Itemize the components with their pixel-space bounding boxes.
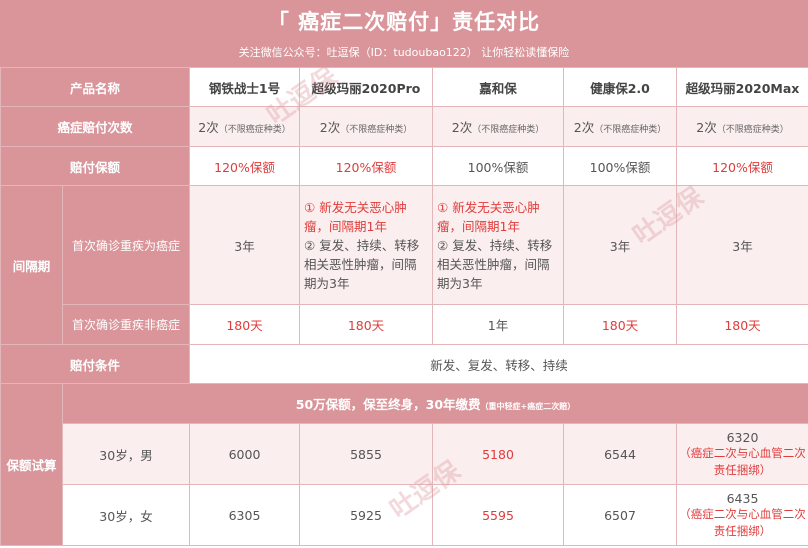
row-interval-cancer: 间隔期 首次确诊重疾为癌症 3年 ① 新发无关恶心肿瘤，间隔期1年 ② 复发、持…: [0, 185, 808, 345]
row-premium-male: 30岁，男 6000 5855 5180 6544 6320 （癌症二次与心血管…: [1, 423, 808, 485]
premium-header: 50万保额，保至终身，30年缴费（重中轻症+癌症二次赔）: [61, 383, 808, 424]
interval-noncancer-cell: 180天: [563, 304, 678, 345]
row-claim-times: 癌症赔付次数 2次（不限癌症种类） 2次（不限癌症种类） 2次（不限癌症种类） …: [0, 106, 808, 147]
claim-amount-cell: 120%保额: [189, 146, 301, 186]
interval-cancer-cell: 3年: [676, 185, 808, 305]
row-claim-amount: 赔付保额 120%保额 120%保额 100%保额 100%保额 120%保额: [0, 146, 808, 186]
premium-female-max-cell: 6435 （癌症二次与心血管二次责任捆绑）: [676, 484, 808, 546]
claim-amount-cell: 120%保额: [676, 146, 808, 186]
product-name: 超级玛丽2020Max: [676, 67, 808, 107]
label-premium-test: 保额试算: [0, 383, 63, 546]
claim-times-cell: 2次（不限癌症种类）: [299, 106, 434, 147]
claim-times-cell: 2次（不限癌症种类）: [563, 106, 678, 147]
product-name: 健康保2.0: [563, 67, 678, 107]
row-premium-female: 30岁，女 6305 5925 5595 6507 6435 （癌症二次与心血管…: [1, 484, 808, 546]
row-premium-header: 保额试算 50万保额，保至终身，30年缴费（重中轻症+癌症二次赔）: [0, 383, 808, 546]
interval-cancer-note: ① 新发无关恶心肿瘤，间隔期1年 ② 复发、持续、转移相关恶性肿瘤，间隔期为3年: [432, 185, 565, 305]
label-interval-cancer: 首次确诊重疾为癌症: [61, 185, 191, 305]
claim-amount-cell: 120%保额: [299, 146, 434, 186]
interval-cancer-cell: 3年: [189, 185, 301, 305]
product-name: 嘉和保: [432, 67, 565, 107]
claim-amount-cell: 100%保额: [563, 146, 678, 186]
label-claim-condition: 赔付条件: [0, 344, 191, 384]
interval-cancer-cell: 3年: [563, 185, 678, 305]
label-claim-amount: 赔付保额: [0, 146, 191, 186]
label-interval: 间隔期: [0, 185, 63, 345]
product-name: 钢铁战士1号: [189, 67, 301, 107]
row-product-names: 产品名称 钢铁战士1号 超级玛丽2020Pro 嘉和保 健康保2.0 超级玛丽2…: [0, 67, 808, 107]
row-interval-noncancer: 首次确诊重疾非癌症 180天 180天 1年 180天 180天: [1, 304, 808, 345]
premium-male-max-cell: 6320 （癌症二次与心血管二次责任捆绑）: [676, 423, 808, 485]
claim-amount-cell: 100%保额: [432, 146, 565, 186]
premium-female-cell: 6305: [189, 484, 301, 546]
claim-times-cell: 2次（不限癌症种类）: [676, 106, 808, 147]
premium-male-cell: 5180: [432, 423, 565, 485]
interval-noncancer-cell: 180天: [189, 304, 301, 345]
interval-noncancer-cell: 180天: [676, 304, 808, 345]
label-female: 30岁，女: [61, 484, 191, 546]
claim-condition-cell: 新发、复发、转移、持续: [189, 344, 808, 384]
row-claim-condition: 赔付条件 新发、复发、转移、持续: [0, 344, 808, 384]
label-product-name: 产品名称: [0, 67, 191, 107]
page-title: 「 癌症二次赔付」责任对比: [267, 10, 541, 34]
product-name: 超级玛丽2020Pro: [299, 67, 434, 107]
premium-female-cell: 5595: [432, 484, 565, 546]
premium-male-cell: 6544: [563, 423, 678, 485]
label-male: 30岁，男: [61, 423, 191, 485]
premium-male-cell: 5855: [299, 423, 434, 485]
interval-noncancer-cell: 1年: [432, 304, 565, 345]
premium-male-cell: 6000: [189, 423, 301, 485]
label-claim-times: 癌症赔付次数: [0, 106, 191, 147]
label-interval-noncancer: 首次确诊重疾非癌症: [61, 304, 191, 345]
premium-female-cell: 5925: [299, 484, 434, 546]
page-subtitle: 关注微信公众号：吐逗保（ID：tudoubao122） 让你轻松读懂保险: [238, 46, 570, 59]
claim-times-cell: 2次（不限癌症种类）: [432, 106, 565, 147]
comparison-table: 产品名称 钢铁战士1号 超级玛丽2020Pro 嘉和保 健康保2.0 超级玛丽2…: [0, 67, 808, 546]
claim-times-cell: 2次（不限癌症种类）: [189, 106, 301, 147]
premium-female-cell: 6507: [563, 484, 678, 546]
interval-noncancer-cell: 180天: [299, 304, 434, 345]
interval-cancer-note: ① 新发无关恶心肿瘤，间隔期1年 ② 复发、持续、转移相关恶性肿瘤，间隔期为3年: [299, 185, 434, 305]
title-banner: 「 癌症二次赔付」责任对比 关注微信公众号：吐逗保（ID：tudoubao122…: [0, 0, 808, 67]
